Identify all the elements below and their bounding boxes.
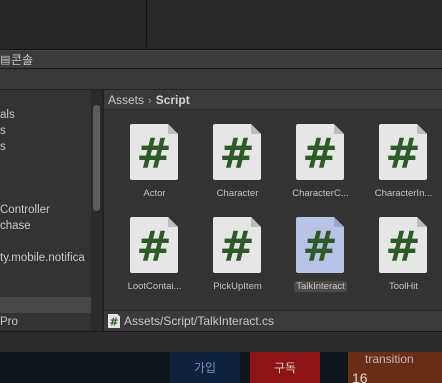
asset-label: TalkInteract: [294, 281, 347, 292]
breadcrumb-assets[interactable]: Assets: [108, 93, 144, 107]
asset-label: Character: [216, 188, 259, 199]
asset-item[interactable]: # Character: [196, 110, 279, 202]
asset-item[interactable]: # Actor: [113, 110, 196, 202]
bottom-strip: [0, 331, 442, 352]
chevron-right-icon: ›: [148, 95, 152, 107]
tree-scrollbar-thumb[interactable]: [93, 105, 100, 211]
script-file-icon: #: [130, 124, 178, 180]
script-file-icon: #: [108, 314, 120, 328]
script-file-icon: #: [379, 124, 427, 180]
asset-item[interactable]: # LootContai...: [113, 203, 196, 295]
asset-label: ToolHit: [388, 281, 419, 292]
project-folder-tree: als s s Controller chase ty.mobile.notif…: [0, 90, 102, 331]
asset-label: CharacterIn...: [374, 188, 433, 199]
tree-item[interactable]: s: [0, 139, 6, 155]
asset-label: CharacterC...: [292, 188, 349, 199]
overlay-value: 16: [352, 370, 368, 383]
asset-item[interactable]: # PickUpItem: [196, 203, 279, 295]
svg-text:#: #: [136, 129, 171, 178]
tree-item[interactable]: chase: [0, 218, 31, 234]
breadcrumb: Assets › Script: [104, 90, 442, 110]
asset-item-selected[interactable]: # TalkInteract: [279, 203, 362, 295]
tab-console[interactable]: ▤ 콘솔: [0, 51, 33, 69]
script-file-icon: #: [296, 124, 344, 180]
svg-text:#: #: [219, 129, 254, 178]
transition-overlay: transition 16: [348, 352, 442, 383]
asset-item[interactable]: # ToolHit: [362, 203, 442, 295]
console-icon: ▤: [0, 53, 11, 66]
asset-item[interactable]: # CharacterC...: [279, 110, 362, 202]
asset-label: Actor: [143, 188, 166, 199]
top-left-pane: [0, 0, 147, 47]
svg-text:#: #: [385, 129, 420, 178]
asset-label: LootContai...: [127, 281, 182, 292]
breadcrumb-script[interactable]: Script: [156, 93, 190, 107]
tree-item[interactable]: s: [0, 123, 6, 139]
svg-text:#: #: [109, 316, 118, 329]
overlay-title: transition: [365, 352, 414, 366]
top-panels: [0, 0, 442, 50]
svg-text:#: #: [136, 222, 171, 271]
script-file-icon: #: [213, 124, 261, 180]
top-right-pane: [148, 0, 442, 47]
svg-text:#: #: [385, 222, 420, 271]
script-file-icon: #: [296, 217, 344, 273]
svg-text:#: #: [219, 222, 254, 271]
tree-item[interactable]: als: [0, 107, 15, 123]
tree-selected-row[interactable]: [0, 297, 92, 313]
tree-item[interactable]: Pro: [0, 314, 18, 330]
tree-item[interactable]: Controller: [0, 202, 50, 218]
script-file-icon: #: [379, 217, 427, 273]
asset-item[interactable]: # CharacterIn...: [362, 110, 442, 202]
subscribe-button[interactable]: 구독: [250, 352, 320, 383]
script-file-icon: #: [130, 217, 178, 273]
svg-text:#: #: [302, 129, 337, 178]
asset-label: PickUpItem: [213, 281, 262, 292]
asset-grid: # Actor # Character # CharacterC... # Ch…: [104, 110, 442, 310]
svg-text:#: #: [302, 222, 337, 271]
asset-path-text: Assets/Script/TalkInteract.cs: [124, 314, 275, 328]
project-toolbar: [0, 69, 442, 90]
join-button[interactable]: 가입: [170, 352, 240, 383]
selected-asset-path-bar: # Assets/Script/TalkInteract.cs: [104, 310, 442, 331]
script-file-icon: #: [213, 217, 261, 273]
tree-item[interactable]: ty.mobile.notifica: [0, 250, 85, 266]
console-tab-bar: ▤ 콘솔: [0, 50, 442, 69]
tab-console-label: 콘솔: [11, 53, 34, 67]
